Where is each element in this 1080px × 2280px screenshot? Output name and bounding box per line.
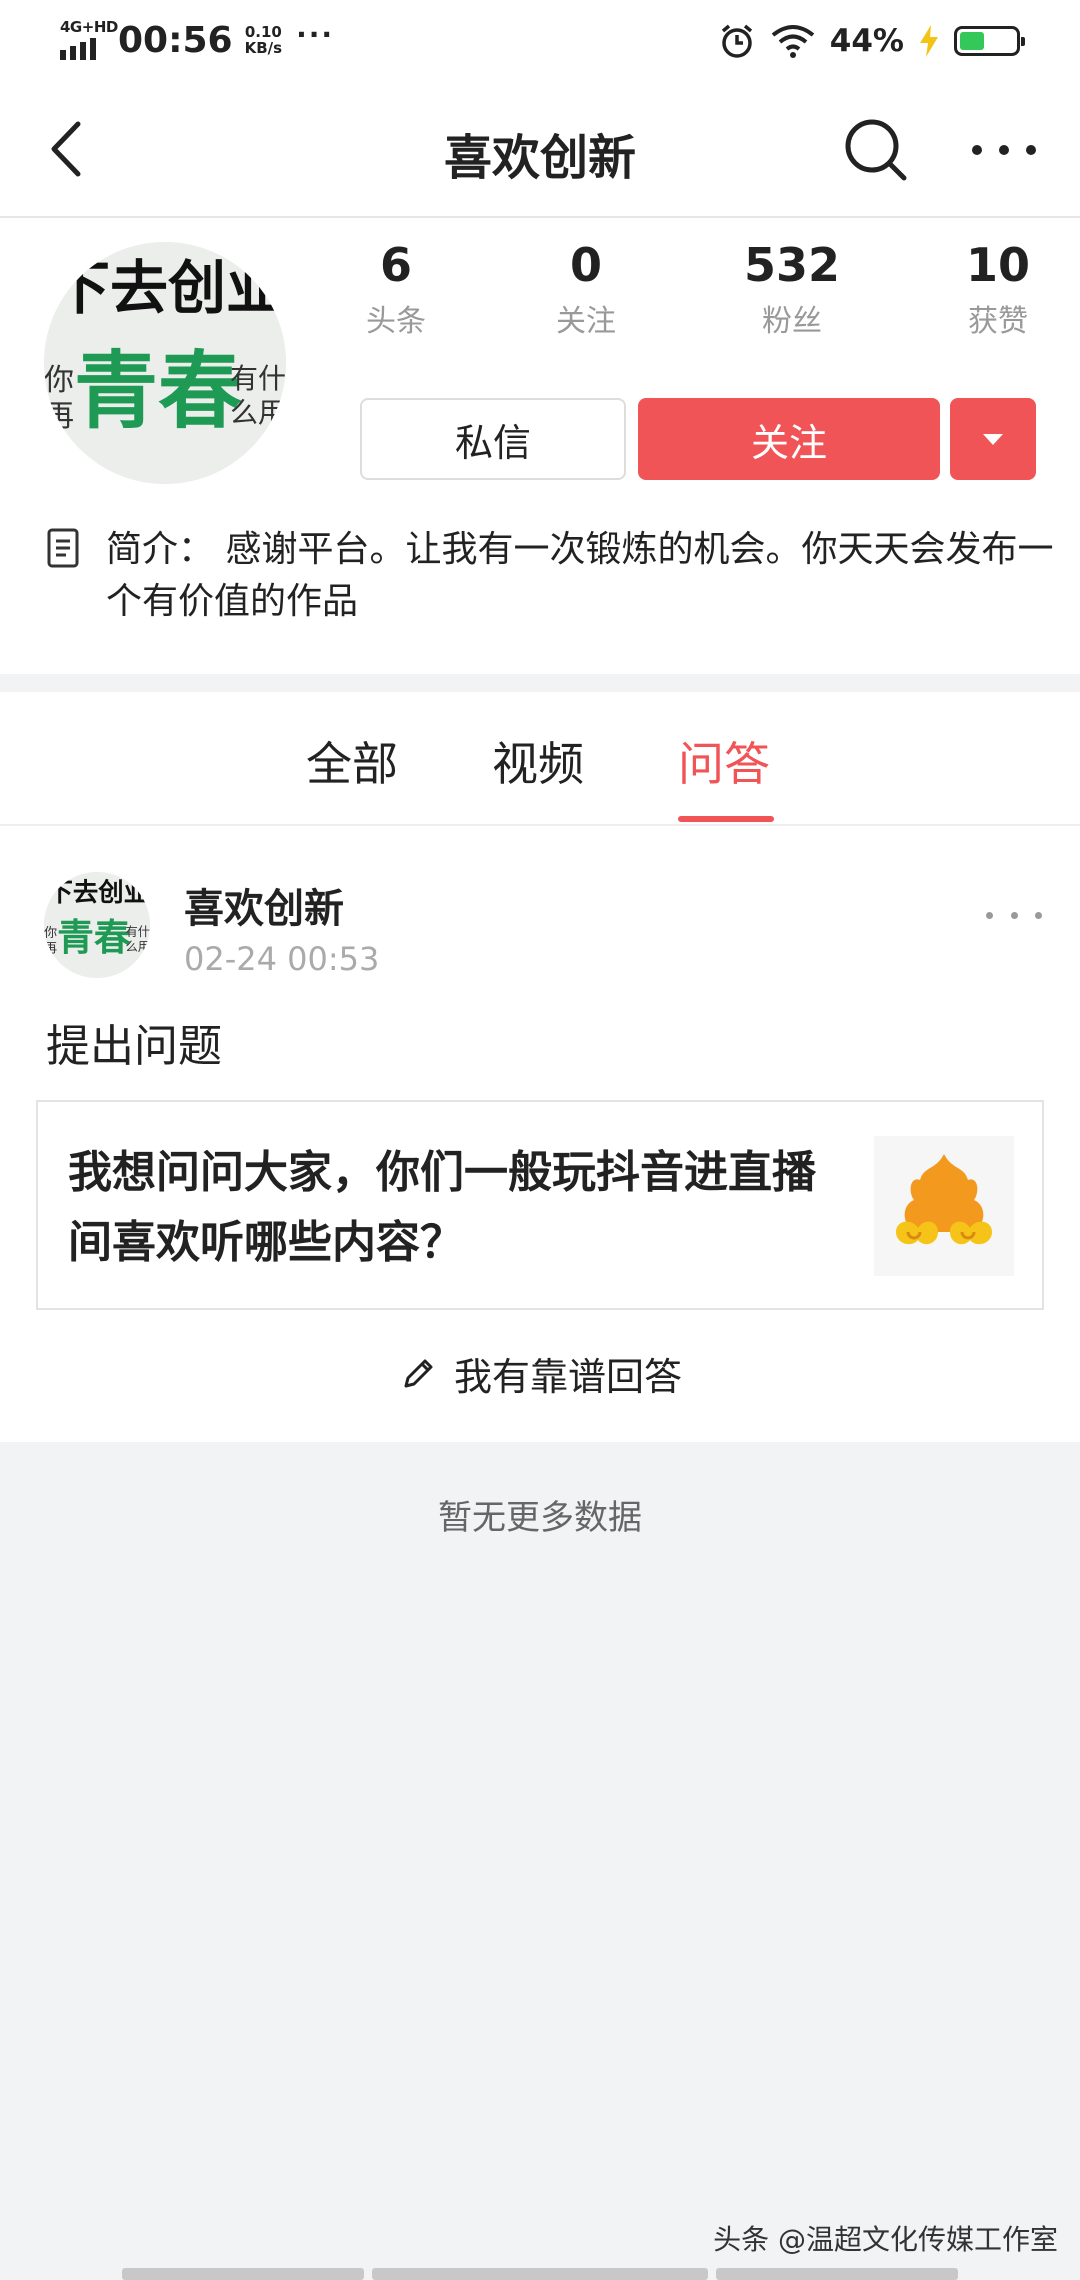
stat-label: 关注 bbox=[556, 304, 616, 339]
wifi-icon bbox=[771, 25, 815, 58]
avatar-text-right1: 有什 bbox=[230, 362, 286, 395]
avatar-text-left1: 你 bbox=[44, 925, 57, 941]
stat-likes[interactable]: 10 获赞 bbox=[918, 238, 1078, 340]
nav-gesture-bar-left bbox=[122, 2268, 364, 2280]
stat-label: 获赞 bbox=[968, 304, 1028, 339]
stat-value: 0 bbox=[569, 238, 602, 292]
status-bar: 4G+HD 00:56 0.10 KB/s ··· 44% bbox=[0, 0, 1080, 84]
post-more-icon[interactable] bbox=[986, 900, 1042, 930]
more-icon[interactable] bbox=[964, 114, 1044, 186]
profile-stats: 6 头条 0 关注 532 粉丝 10 获赞 bbox=[330, 238, 1050, 348]
battery-icon bbox=[954, 26, 1025, 56]
speed-unit: KB/s bbox=[244, 39, 283, 57]
alarm-icon bbox=[721, 24, 752, 58]
profile-header: 下去创业 你 再 青春 有什 么用 6 头条 0 关注 532 粉丝 10 获赞… bbox=[0, 218, 1080, 674]
answer-button[interactable]: 我有靠谱回答 bbox=[0, 1346, 1080, 1401]
avatar-text-left2: 再 bbox=[44, 942, 57, 957]
post-author[interactable]: 喜欢创新 bbox=[184, 876, 344, 934]
stat-articles[interactable]: 6 头条 bbox=[316, 238, 476, 340]
watermark: 头条 @温超文化传媒工作室 bbox=[713, 2223, 1058, 2256]
page-title: 喜欢创新 bbox=[443, 130, 636, 186]
flame-cloud-icon bbox=[896, 1154, 992, 1245]
post-time: 02-24 00:53 bbox=[184, 940, 380, 978]
question-text: 我想问问大家，你们一般玩抖音进直播间喜欢听哪些内容？ bbox=[68, 1147, 816, 1268]
avatar-text-right2: 么用 bbox=[230, 396, 286, 429]
network-speed: 0.10 KB/s bbox=[245, 24, 282, 56]
clock: 00:56 bbox=[118, 19, 233, 61]
avatar-text-main: 青春 bbox=[74, 342, 242, 440]
signal-icon: 4G+HD bbox=[58, 18, 118, 62]
stat-value: 10 bbox=[965, 238, 1030, 292]
bio-text: 简介： 感谢平台。让我有一次锻炼的机会。你天天会发布一个有价值的作品 bbox=[106, 529, 1054, 622]
question-card[interactable]: 我想问问大家，你们一般玩抖音进直播间喜欢听哪些内容？ bbox=[36, 1100, 1044, 1310]
battery-fill bbox=[960, 32, 984, 50]
tab-all[interactable]: 全部 bbox=[306, 728, 398, 794]
nav-gesture-bar-center bbox=[372, 2268, 708, 2280]
follow-dropdown-button[interactable] bbox=[950, 398, 1036, 480]
avatar-text-right1: 有什 bbox=[125, 925, 149, 939]
tab-video[interactable]: 视频 bbox=[492, 728, 584, 794]
avatar-image: 下去创业 你 再 青春 有什 么用 bbox=[44, 242, 286, 484]
stat-following[interactable]: 0 关注 bbox=[506, 238, 666, 340]
answer-label: 我有靠谱回答 bbox=[453, 1355, 682, 1399]
follow-button[interactable]: 关注 bbox=[638, 398, 940, 480]
avatar-text-left1: 你 bbox=[44, 363, 74, 398]
caret-down-icon bbox=[983, 433, 1003, 445]
active-tab-indicator bbox=[678, 816, 774, 822]
stat-label: 头条 bbox=[366, 304, 426, 339]
avatar-text-left2: 再 bbox=[44, 399, 74, 434]
tab-qa[interactable]: 问答 bbox=[678, 728, 770, 794]
document-icon bbox=[47, 528, 79, 568]
stat-value: 532 bbox=[743, 238, 841, 292]
content-tabs: 全部 视频 问答 bbox=[0, 692, 1080, 826]
no-more-data: 暂无更多数据 bbox=[438, 1498, 642, 1538]
avatar-text-right2: 么用 bbox=[125, 940, 149, 954]
nav-gesture-bar-right bbox=[716, 2268, 958, 2280]
stat-followers[interactable]: 532 粉丝 bbox=[712, 238, 872, 340]
more-notifications: ··· bbox=[296, 17, 334, 51]
speed-value: 0.10 bbox=[244, 23, 282, 41]
avatar-text-top: 下去创业 bbox=[52, 254, 284, 322]
post-avatar[interactable]: 下去创业 你 再 青春 有什 么用 bbox=[44, 872, 150, 978]
stat-label: 粉丝 bbox=[762, 304, 822, 339]
pencil-icon bbox=[404, 1359, 433, 1387]
avatar-text-top: 下去创业 bbox=[48, 877, 150, 907]
avatar-text-main: 青春 bbox=[57, 916, 131, 959]
charging-icon bbox=[920, 25, 938, 57]
message-button[interactable]: 私信 bbox=[360, 398, 626, 480]
battery-percentage: 44% bbox=[829, 23, 904, 59]
nav-bar: 喜欢创新 bbox=[0, 84, 1080, 218]
avatar[interactable]: 下去创业 你 再 青春 有什 么用 bbox=[44, 242, 286, 484]
post-avatar-image: 下去创业 你 再 青春 有什 么用 bbox=[44, 872, 150, 978]
status-left: 4G+HD 00:56 0.10 KB/s ··· bbox=[58, 18, 334, 62]
screen: { "status_bar": { "network": "4G+HD", "t… bbox=[0, 0, 1080, 2280]
question-thumbnail bbox=[874, 1136, 1014, 1276]
post-type-label: 提出问题 bbox=[46, 1021, 222, 1072]
network-type: 4G+HD bbox=[60, 18, 118, 36]
search-icon[interactable] bbox=[840, 114, 912, 186]
feed-item: 下去创业 你 再 青春 有什 么用 喜欢创新 02-24 00:53 提出问题 … bbox=[0, 826, 1080, 1442]
status-right: 44% bbox=[718, 22, 1025, 60]
stat-value: 6 bbox=[379, 238, 412, 292]
